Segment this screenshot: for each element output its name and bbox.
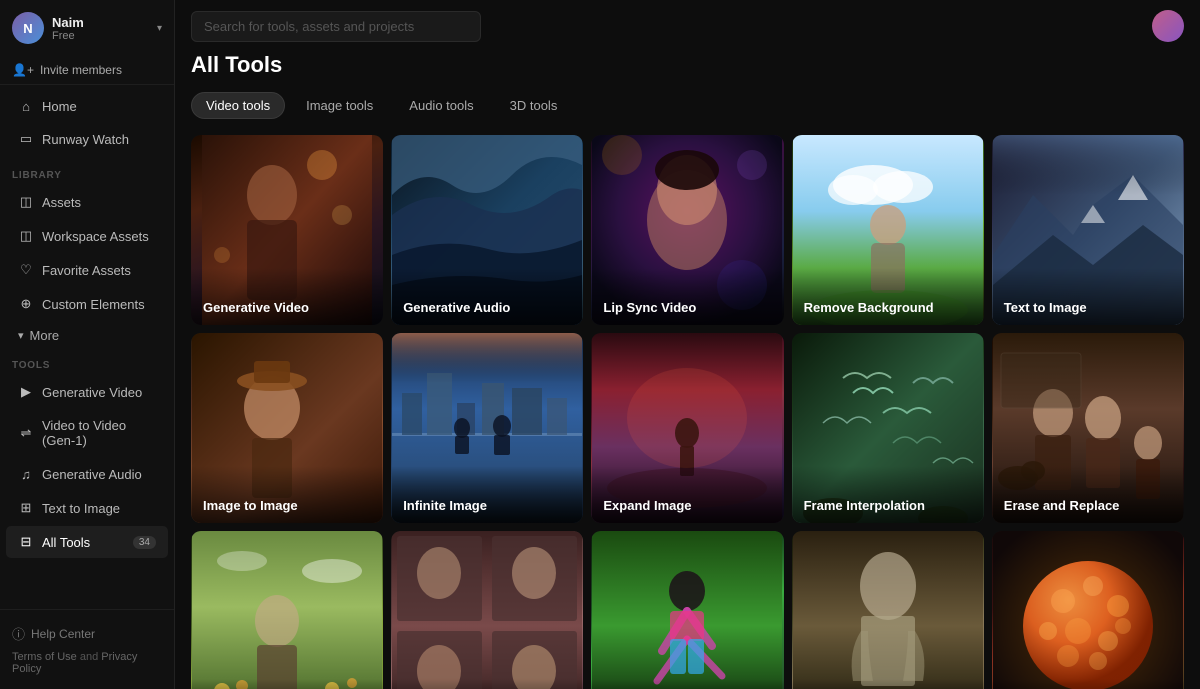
tool-card-row3-1[interactable]	[191, 531, 383, 689]
user-profile[interactable]: N Naim Free ▾	[0, 0, 174, 56]
workspace-icon: ◫	[18, 228, 34, 244]
tool-label	[992, 679, 1184, 689]
tool-card-infinite-image[interactable]: Infinite Image	[391, 333, 583, 523]
filter-tab-video[interactable]: Video tools	[191, 92, 285, 119]
user-name: Naim	[52, 15, 149, 30]
help-icon: ⓘ	[12, 624, 25, 643]
tools-section-label: TOOLS	[0, 350, 174, 375]
avatar: N	[12, 12, 44, 44]
sidebar: N Naim Free ▾ 👤+ Invite members ⌂ Home ▭…	[0, 0, 175, 689]
filter-tab-image[interactable]: Image tools	[291, 92, 388, 119]
tv-icon: ▭	[18, 131, 34, 147]
chevron-down-icon: ▾	[157, 23, 162, 34]
tool-label: Lip Sync Video	[591, 268, 783, 325]
sidebar-item-workspace-assets[interactable]: ◫ Workspace Assets	[6, 220, 168, 252]
topbar-avatar[interactable]	[1152, 10, 1184, 42]
sidebar-item-generative-audio[interactable]: ♫ Generative Audio	[6, 458, 168, 490]
tool-card-frame-interpolation[interactable]: Frame Interpolation	[792, 333, 984, 523]
tool-card-row3-4[interactable]	[792, 531, 984, 689]
user-plan: Free	[52, 30, 149, 42]
tool-label: Erase and Replace	[992, 466, 1184, 523]
more-button[interactable]: ▾ More	[6, 322, 168, 349]
audio-icon: ♫	[18, 466, 34, 482]
tool-card-generative-audio[interactable]: Generative Audio	[391, 135, 583, 325]
elements-icon: ⊕	[18, 296, 34, 312]
sidebar-item-custom-elements[interactable]: ⊕ Custom Elements	[6, 288, 168, 320]
assets-icon: ◫	[18, 194, 34, 210]
sidebar-item-runway-watch[interactable]: ▭ Runway Watch	[6, 123, 168, 155]
tools-grid: Generative Video	[191, 135, 1184, 689]
tool-card-expand-image[interactable]: Expand Image	[591, 333, 783, 523]
tool-label	[391, 679, 583, 689]
terms-link[interactable]: Terms of Use	[12, 651, 77, 663]
tool-card-row3-2[interactable]	[391, 531, 583, 689]
add-person-icon: 👤+	[12, 63, 34, 77]
video-to-video-icon: ⇌	[18, 425, 34, 441]
tool-card-lip-sync-video[interactable]: Lip Sync Video	[591, 135, 783, 325]
sidebar-item-generative-video[interactable]: ▶ Generative Video	[6, 376, 168, 408]
tool-card-row3-3[interactable]	[591, 531, 783, 689]
content-area: All Tools Video tools Image tools Audio …	[175, 52, 1200, 689]
tool-card-row3-5[interactable]	[992, 531, 1184, 689]
filter-tab-audio[interactable]: Audio tools	[394, 92, 488, 119]
library-section-label: LIBRARY	[0, 160, 174, 185]
tool-label: Generative Video	[191, 268, 383, 325]
tool-label: Infinite Image	[391, 466, 583, 523]
tool-label: Expand Image	[591, 466, 783, 523]
text-image-icon: ⊞	[18, 500, 34, 516]
tool-card-image-to-image[interactable]: Image to Image	[191, 333, 383, 523]
tool-card-erase-and-replace[interactable]: Erase and Replace	[992, 333, 1184, 523]
invite-members-button[interactable]: 👤+ Invite members	[0, 56, 174, 85]
sidebar-item-assets[interactable]: ◫ Assets	[6, 186, 168, 218]
generative-video-icon: ▶	[18, 384, 34, 400]
home-icon: ⌂	[18, 98, 34, 114]
sidebar-item-home[interactable]: ⌂ Home	[6, 90, 168, 122]
tool-card-generative-video[interactable]: Generative Video	[191, 135, 383, 325]
sidebar-item-all-tools[interactable]: ⊟ All Tools 34	[6, 526, 168, 558]
sidebar-item-video-to-video[interactable]: ⇌ Video to Video (Gen-1)	[6, 410, 168, 456]
all-tools-badge: 34	[133, 536, 156, 549]
tool-label	[792, 679, 984, 689]
sidebar-item-text-to-image[interactable]: ⊞ Text to Image	[6, 492, 168, 524]
page-title: All Tools	[191, 52, 1184, 78]
footer-links: Terms of Use and Privacy Policy	[12, 647, 162, 679]
filter-tabs: Video tools Image tools Audio tools 3D t…	[191, 92, 1184, 119]
tool-label: Remove Background	[792, 268, 984, 325]
sidebar-footer: ⓘ Help Center Terms of Use and Privacy P…	[0, 609, 174, 689]
tool-label	[591, 679, 783, 689]
heart-icon: ♡	[18, 262, 34, 278]
more-icon: ▾	[18, 329, 24, 342]
tool-card-remove-background[interactable]: Remove Background	[792, 135, 984, 325]
help-center-link[interactable]: ⓘ Help Center	[12, 620, 162, 647]
topbar	[175, 0, 1200, 52]
tool-label: Frame Interpolation	[792, 466, 984, 523]
tool-label	[191, 679, 383, 689]
tool-label: Text to Image	[992, 268, 1184, 325]
tool-label: Image to Image	[191, 466, 383, 523]
tool-label: Generative Audio	[391, 268, 583, 325]
tool-card-text-to-image[interactable]: Text to Image	[992, 135, 1184, 325]
search-input[interactable]	[191, 11, 481, 42]
sidebar-item-favorite-assets[interactable]: ♡ Favorite Assets	[6, 254, 168, 286]
filter-tab-3d[interactable]: 3D tools	[495, 92, 573, 119]
main-content: All Tools Video tools Image tools Audio …	[175, 0, 1200, 689]
all-tools-icon: ⊟	[18, 534, 34, 550]
